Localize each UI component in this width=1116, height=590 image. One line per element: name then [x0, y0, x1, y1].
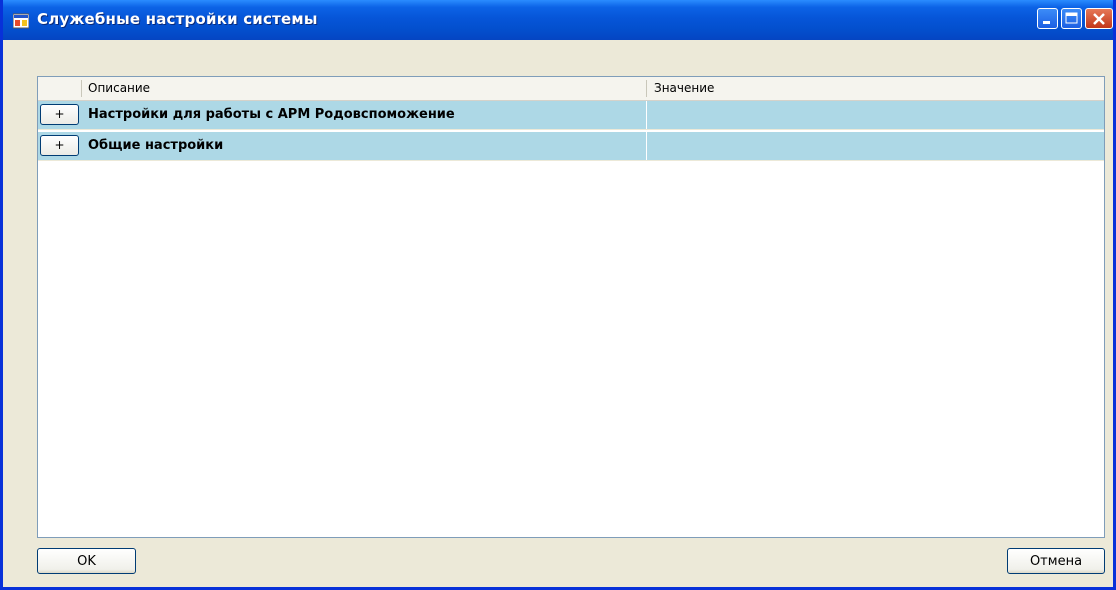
minimize-icon: [1043, 21, 1050, 24]
header-separator: [646, 80, 647, 97]
window-title: Служебные настройки системы: [37, 10, 318, 28]
column-separator: [646, 101, 647, 129]
grid-header: Описание Значение: [38, 77, 1104, 101]
column-separator: [646, 132, 647, 160]
minimize-button[interactable]: [1037, 8, 1058, 29]
cancel-button[interactable]: Отмена: [1007, 548, 1105, 574]
ok-button[interactable]: OK: [37, 548, 136, 574]
app-icon: [12, 13, 30, 29]
table-row[interactable]: + Общие настройки: [38, 132, 1104, 161]
title-bar[interactable]: Служебные настройки системы: [3, 0, 1113, 40]
maximize-button[interactable]: [1061, 8, 1082, 29]
header-separator: [81, 80, 82, 97]
settings-dialog: Служебные настройки системы Описание Зна…: [0, 0, 1116, 590]
settings-grid[interactable]: Описание Значение + Настройки для работы…: [37, 76, 1105, 538]
close-icon: [1093, 13, 1105, 25]
expand-button[interactable]: +: [40, 104, 79, 125]
row-description: Общие настройки: [88, 138, 224, 153]
table-row[interactable]: + Настройки для работы с АРМ Родовспомож…: [38, 101, 1104, 130]
column-header-description[interactable]: Описание: [88, 81, 150, 95]
expand-button[interactable]: +: [40, 135, 79, 156]
maximize-icon: [1065, 12, 1078, 24]
row-description: Настройки для работы с АРМ Родовспоможен…: [88, 107, 455, 122]
close-button[interactable]: [1085, 8, 1113, 29]
column-header-value[interactable]: Значение: [654, 81, 714, 95]
